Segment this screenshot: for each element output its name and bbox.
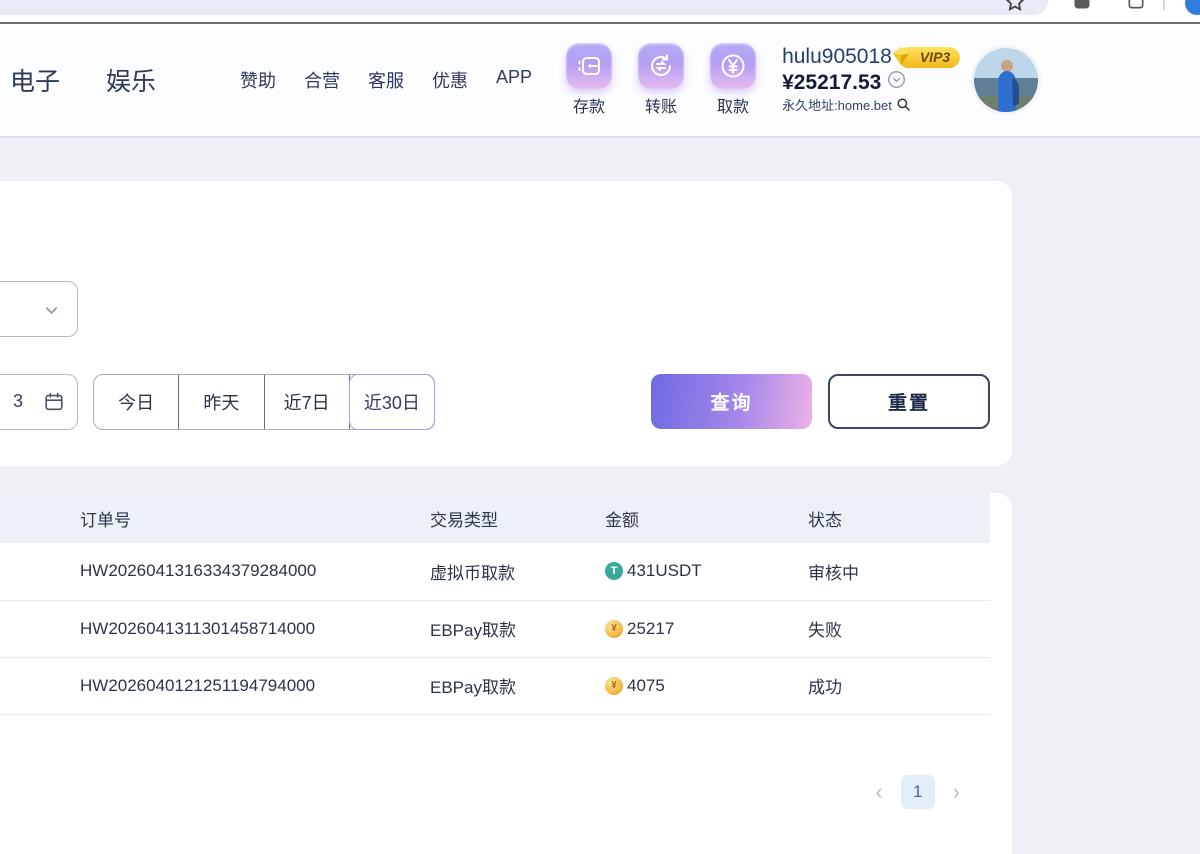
transaction-type: EBPay取款: [430, 600, 605, 657]
deposit-label: 存款: [573, 93, 605, 117]
table-row[interactable]: HW2026041311301458714000 EBPay取款 ¥25217 …: [0, 600, 990, 657]
status-badge: 失败: [808, 600, 990, 657]
transaction-type-select[interactable]: [0, 281, 78, 337]
range-last7days[interactable]: 近7日: [265, 375, 350, 429]
records-table: 订单号 交易类型 金额 状态 HW2026041316334379284000 …: [0, 493, 990, 715]
column-status: 状态: [808, 493, 990, 543]
wallet-icon: [566, 43, 612, 89]
transfer-button[interactable]: 转账: [638, 43, 684, 117]
records-table-card: 订单号 交易类型 金额 状态 HW2026041316334379284000 …: [0, 493, 1012, 854]
range-today[interactable]: 今日: [94, 375, 179, 429]
pagination-prev-icon[interactable]: ‹: [875, 781, 882, 803]
range-last30days[interactable]: 近30日: [349, 374, 435, 430]
transaction-type: EBPay取款: [430, 657, 605, 714]
vip-badge-label: VIP3: [920, 49, 950, 65]
amount-value: 4075: [627, 676, 665, 696]
usdt-coin-icon: T: [605, 562, 623, 580]
pagination-next-icon[interactable]: ›: [953, 781, 960, 803]
browser-address-bar: [0, 0, 1048, 15]
primary-nav: 电子 娱乐: [10, 62, 156, 98]
table-row[interactable]: HW2026041316334379284000 虚拟币取款 T431USDT …: [0, 543, 990, 600]
nav-item-electronic[interactable]: 电子: [10, 62, 60, 98]
gold-coin-icon: ¥: [605, 620, 623, 638]
nav-item-sponsor[interactable]: 赞助: [240, 67, 276, 93]
withdraw-yen-icon: [710, 43, 756, 89]
user-avatar[interactable]: [974, 48, 1038, 112]
bookmark-star-icon[interactable]: [1004, 0, 1026, 18]
permanent-address: 永久地址:home.bet: [782, 98, 892, 114]
pagination: ‹ 1 ›: [0, 775, 960, 809]
nav-item-app[interactable]: APP: [496, 67, 532, 93]
transfer-label: 转账: [645, 93, 677, 117]
pagination-page-1[interactable]: 1: [901, 775, 935, 809]
nav-item-promotions[interactable]: 优惠: [432, 67, 468, 93]
user-info: hulu905018 VIP3 ¥25217.53 永久地址:home.bet: [782, 44, 960, 116]
browser-profile-icon[interactable]: [1184, 0, 1200, 21]
status-badge: 成功: [808, 657, 990, 714]
date-range-input[interactable]: 3: [0, 374, 78, 430]
amount-value: 25217: [627, 619, 674, 639]
search-button[interactable]: 查询: [651, 374, 812, 429]
transfer-icon: [638, 43, 684, 89]
account-records-page: 3 今日 昨天 近7日 近30日 查询 重置 订单号 交易类型 金额 状态: [0, 181, 1200, 854]
order-no: HW2026041316334379284000: [0, 543, 430, 600]
vip-badge: VIP3: [898, 47, 960, 69]
toolbar-separator: [1163, 0, 1166, 15]
gold-coin-icon: ¥: [605, 677, 623, 695]
table-header-row: 订单号 交易类型 金额 状态: [0, 493, 990, 543]
deposit-button[interactable]: 存款: [566, 43, 612, 117]
secondary-nav: 赞助 合营 客服 优惠 APP: [240, 67, 532, 93]
order-no: HW2026041311301458714000: [0, 600, 430, 657]
username[interactable]: hulu905018: [782, 44, 892, 70]
transaction-type: 虚拟币取款: [430, 543, 605, 600]
quick-range-group: 今日 昨天 近7日 近30日: [93, 374, 435, 430]
nav-item-entertainment[interactable]: 娱乐: [106, 62, 156, 98]
browser-chrome-strip: [0, 0, 1200, 22]
range-yesterday[interactable]: 昨天: [179, 375, 264, 429]
amount-value: 431USDT: [627, 561, 702, 581]
reset-button[interactable]: 重置: [828, 374, 990, 429]
extension-icon[interactable]: [1072, 0, 1092, 16]
chevron-down-icon: [44, 303, 59, 323]
withdraw-label: 取款: [717, 93, 749, 117]
column-type: 交易类型: [430, 493, 605, 543]
calendar-icon: [43, 391, 65, 418]
quick-actions: 存款 转账 取款: [566, 43, 756, 117]
site-header: 电子 娱乐 赞助 合营 客服 优惠 APP 存款 转账: [0, 24, 1200, 138]
order-no: HW2026040121251194794000: [0, 657, 430, 714]
table-row[interactable]: HW2026040121251194794000 EBPay取款 ¥4075 成…: [0, 657, 990, 714]
column-order-no: 订单号: [0, 493, 430, 543]
vip-gem-icon: [890, 45, 912, 72]
balance-toggle-icon[interactable]: [887, 70, 906, 96]
nav-item-support[interactable]: 客服: [368, 67, 404, 93]
column-amount: 金额: [605, 493, 808, 543]
date-value: 3: [13, 391, 23, 412]
filter-card: 3 今日 昨天 近7日 近30日 查询 重置: [0, 181, 1012, 466]
withdraw-button[interactable]: 取款: [710, 43, 756, 117]
status-badge: 审核中: [808, 543, 990, 600]
search-magnifier-icon[interactable]: [896, 97, 911, 116]
extension-outline-icon[interactable]: [1126, 0, 1146, 16]
nav-item-partnership[interactable]: 合营: [304, 67, 340, 93]
balance-amount: ¥25217.53: [782, 70, 881, 96]
